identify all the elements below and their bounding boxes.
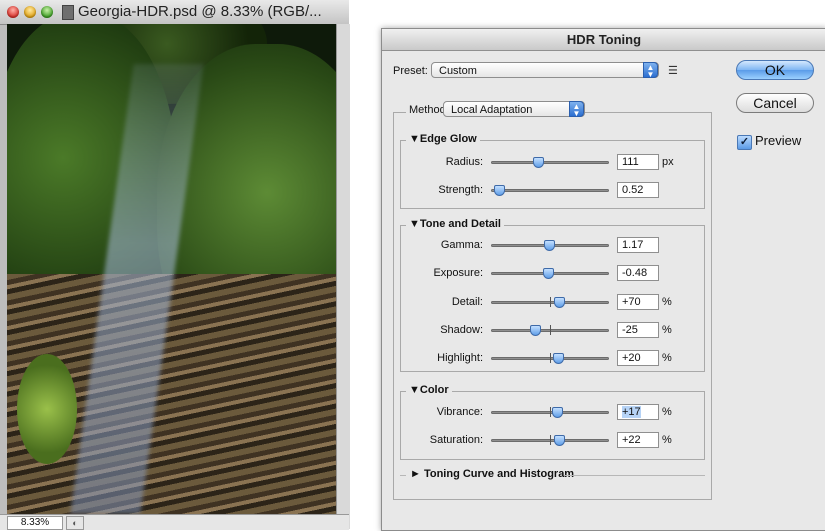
value-text: +22 bbox=[622, 434, 641, 446]
slider-label: Strength: bbox=[438, 184, 483, 196]
dropdown-arrows-icon: ▲ ▼ bbox=[569, 101, 584, 118]
method-dropdown[interactable]: Local Adaptation ▲ ▼ bbox=[443, 101, 585, 118]
slider-knob[interactable] bbox=[533, 157, 544, 168]
psd-file-icon bbox=[62, 5, 74, 20]
document-title: Georgia-HDR.psd @ 8.33% (RGB/... bbox=[78, 3, 322, 20]
value-text: +70 bbox=[622, 296, 641, 308]
unit-label: % bbox=[662, 296, 672, 308]
slider-label: Highlight: bbox=[437, 352, 483, 364]
minimize-window-icon[interactable] bbox=[24, 6, 36, 18]
value-text: -25 bbox=[622, 324, 638, 336]
preset-value: Custom bbox=[439, 65, 477, 77]
value-text: 1.17 bbox=[622, 239, 644, 251]
cancel-button[interactable]: Cancel bbox=[736, 93, 814, 113]
value-text: 0.52 bbox=[622, 184, 644, 196]
preview-label: Preview bbox=[755, 133, 802, 148]
slider-knob[interactable] bbox=[554, 297, 565, 308]
slider-label: Radius: bbox=[445, 156, 483, 168]
slider-label: Gamma: bbox=[440, 239, 483, 251]
dialog-title: HDR Toning bbox=[566, 32, 642, 47]
slider-track[interactable] bbox=[491, 161, 609, 164]
preset-dropdown[interactable]: Custom ▲ ▼ bbox=[431, 62, 659, 79]
slider-track[interactable] bbox=[491, 189, 609, 192]
preset-label: Preset: bbox=[393, 65, 428, 77]
dropdown-arrows-icon: ▲ ▼ bbox=[643, 62, 658, 79]
slider-knob[interactable] bbox=[552, 407, 563, 418]
value-text: -0.48 bbox=[622, 267, 648, 279]
ok-button[interactable]: OK bbox=[736, 60, 814, 80]
preset-options-icon[interactable]: ☰ bbox=[668, 65, 680, 77]
value-text: +20 bbox=[622, 352, 641, 364]
foreground-leaves bbox=[17, 354, 77, 464]
slider-label: Saturation: bbox=[429, 434, 483, 446]
status-bar: 8.33% ◐ bbox=[0, 514, 349, 530]
slider-label: Shadow: bbox=[440, 324, 483, 336]
value-field[interactable]: 0.52 bbox=[617, 182, 659, 198]
slider-center-tick bbox=[550, 407, 551, 417]
slider-knob[interactable] bbox=[554, 435, 565, 446]
toning-curve-title[interactable]: ► Toning Curve and Histogram bbox=[410, 468, 574, 480]
document-title-bar[interactable]: Georgia-HDR.psd @ 8.33% (RGB/... bbox=[0, 0, 349, 25]
value-field[interactable]: 111 bbox=[617, 154, 659, 170]
unit-label: % bbox=[662, 406, 672, 418]
toning-curve-line-left bbox=[400, 475, 406, 476]
preview-checkbox[interactable]: ✓ bbox=[737, 135, 752, 150]
color-group bbox=[400, 391, 705, 460]
method-value: Local Adaptation bbox=[451, 104, 533, 116]
unit-label: % bbox=[662, 324, 672, 336]
dialog-title-bar[interactable]: HDR Toning bbox=[382, 29, 825, 51]
value-text: +17 bbox=[622, 406, 641, 418]
value-field[interactable]: +17 bbox=[617, 404, 659, 420]
zoom-level-field[interactable]: 8.33% bbox=[7, 516, 63, 530]
slider-label: Detail: bbox=[451, 296, 483, 308]
slider-label: Vibrance: bbox=[436, 406, 483, 418]
value-text: 111 bbox=[622, 156, 639, 168]
value-field[interactable]: +20 bbox=[617, 350, 659, 366]
vertical-scrollbar[interactable] bbox=[336, 24, 350, 529]
value-field[interactable]: +22 bbox=[617, 432, 659, 448]
slider-knob[interactable] bbox=[553, 353, 564, 364]
edge-glow-title[interactable]: ▼Edge Glow bbox=[406, 133, 480, 145]
hdr-toning-dialog: HDR Toning Preset: Custom ▲ ▼ ☰ OK Cancel… bbox=[381, 28, 825, 531]
unit-label: % bbox=[662, 352, 672, 364]
canvas-image[interactable] bbox=[7, 24, 336, 514]
unit-label: px bbox=[662, 156, 674, 168]
slider-knob[interactable] bbox=[530, 325, 541, 336]
slider-label: Exposure: bbox=[433, 267, 483, 279]
status-info-icon[interactable]: ◐ bbox=[66, 516, 84, 530]
tone-detail-title[interactable]: ▼Tone and Detail bbox=[406, 218, 504, 230]
value-field[interactable]: -25 bbox=[617, 322, 659, 338]
slider-center-tick bbox=[550, 325, 551, 335]
slider-knob[interactable] bbox=[544, 240, 555, 251]
slider-center-tick bbox=[550, 435, 551, 445]
slider-knob[interactable] bbox=[494, 185, 505, 196]
value-field[interactable]: -0.48 bbox=[617, 265, 659, 281]
value-field[interactable]: 1.17 bbox=[617, 237, 659, 253]
close-window-icon[interactable] bbox=[7, 6, 19, 18]
slider-center-tick bbox=[550, 353, 551, 363]
slider-center-tick bbox=[550, 297, 551, 307]
slider-knob[interactable] bbox=[543, 268, 554, 279]
toning-curve-line-right bbox=[564, 475, 705, 476]
document-window: Georgia-HDR.psd @ 8.33% (RGB/... 8.33% ◐ bbox=[0, 0, 350, 530]
zoom-window-icon[interactable] bbox=[41, 6, 53, 18]
value-field[interactable]: +70 bbox=[617, 294, 659, 310]
unit-label: % bbox=[662, 434, 672, 446]
edge-glow-group bbox=[400, 140, 705, 209]
color-title[interactable]: ▼Color bbox=[406, 384, 452, 396]
